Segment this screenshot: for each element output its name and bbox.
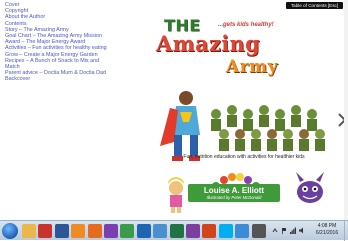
word-icon[interactable] [54, 224, 69, 238]
show-desktop-button[interactable] [344, 221, 348, 241]
clock-time: 4:08 PM [317, 223, 337, 229]
superhero-figure [160, 91, 200, 161]
cover-title-amazing: Amazing [156, 31, 261, 56]
system-tray [268, 225, 308, 237]
toc-list: Cover Copyright About the Author Content… [0, 0, 136, 83]
clock-date: 6/21/2016 [315, 230, 339, 236]
page-viewer: Table of Contents [Esc] THE ...gets kids… [136, 0, 348, 220]
paint-icon[interactable] [235, 224, 250, 238]
windows-start-icon[interactable] [2, 223, 18, 239]
firefox-icon[interactable] [87, 224, 102, 238]
powerpoint-icon[interactable] [202, 224, 217, 238]
vertical-scrollbar[interactable] [344, 0, 348, 220]
toc-link-backcover[interactable]: Backcover [5, 76, 133, 82]
volume-icon[interactable] [299, 227, 305, 234]
outlook-icon[interactable] [136, 224, 151, 238]
skype-icon[interactable] [218, 224, 233, 238]
chrome-icon[interactable] [120, 224, 135, 238]
network-icon[interactable] [290, 227, 296, 234]
table-of-contents-button[interactable]: Table of Contents [Esc] [286, 2, 343, 9]
cover-subtitle: Fun, nutrition education with activities… [183, 154, 305, 160]
flag-icon[interactable] [281, 227, 287, 234]
folder-icon[interactable] [22, 224, 36, 238]
music-icon[interactable] [104, 224, 118, 238]
pictures-icon[interactable] [153, 224, 168, 238]
cover-title-army: Army [226, 57, 279, 77]
list-item: Backcover [5, 76, 136, 82]
windows-taskbar: 4:08 PM 6/21/2016 [0, 220, 348, 241]
purple-monster-character [296, 172, 324, 203]
author-banner: Louise A. Elliott Illustrated by Peter M… [188, 184, 280, 202]
acrobat-icon[interactable] [38, 224, 53, 238]
author-name: Louise A. Elliott [203, 186, 265, 195]
chevron-up-icon[interactable] [272, 227, 278, 234]
book-cover: THE ...gets kids healthy! Amazing Army F… [154, 14, 334, 218]
media-player-icon[interactable] [71, 224, 86, 238]
illustrator-credit: Illustrated by Peter McDonald [206, 195, 262, 200]
cover-tagline: ...gets kids healthy! [218, 22, 274, 28]
onenote-icon[interactable] [186, 224, 200, 238]
girl-character [168, 177, 184, 213]
excel-icon[interactable] [169, 224, 184, 238]
ebook-reader-window: Cover Copyright About the Author Content… [0, 0, 348, 220]
taskbar-clock[interactable]: 4:08 PM 6/21/2016 [310, 223, 344, 239]
ebook-reader-icon[interactable] [251, 224, 266, 238]
table-of-contents-panel: Cover Copyright About the Author Content… [0, 0, 136, 220]
army-soldiers [211, 105, 325, 151]
